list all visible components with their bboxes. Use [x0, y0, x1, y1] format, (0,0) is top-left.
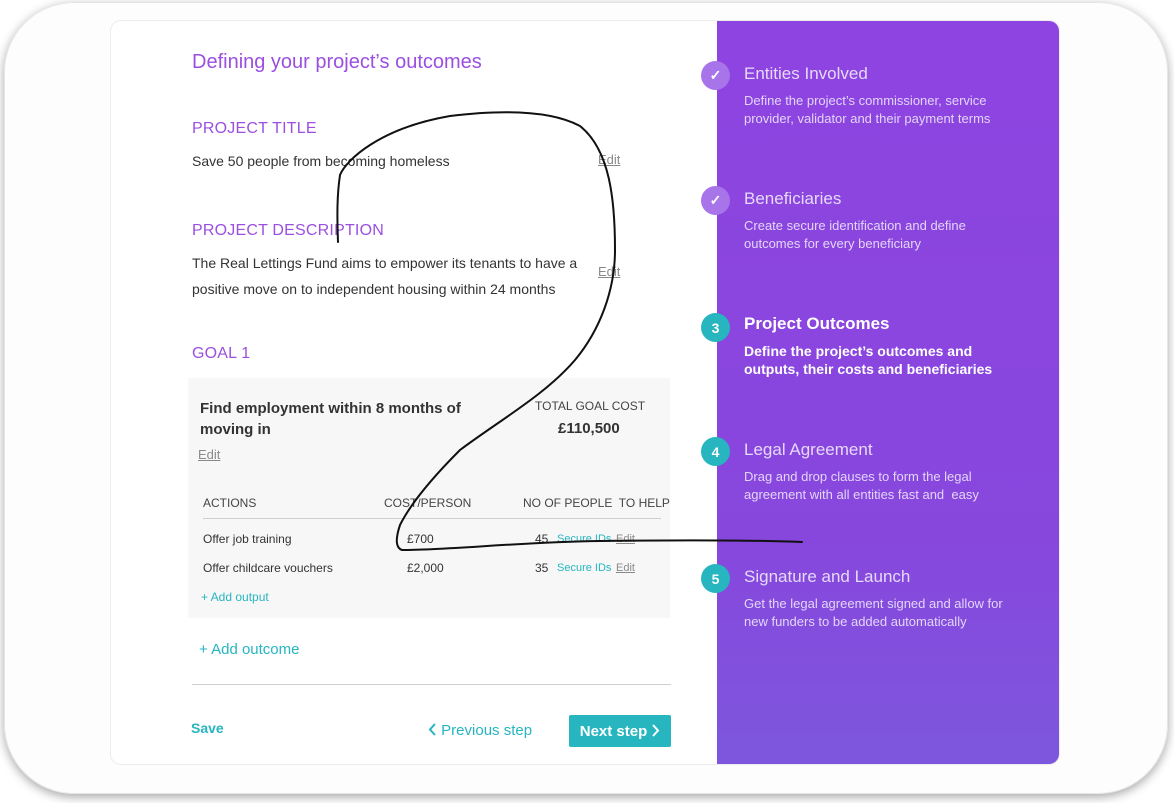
column-header-cost-per-person: COST/PERSON [384, 496, 472, 510]
step-description-line: Drag and drop clauses to form the legal [744, 469, 972, 484]
step-number-badge: 5 [701, 564, 730, 593]
step-description: Get the legal agreement signed and allow… [744, 595, 1044, 631]
page-title: Defining your project’s outcomes [192, 51, 482, 73]
footer-divider [192, 684, 671, 685]
goal-card: Find employment within 8 months of movin… [188, 378, 670, 618]
goal-title-line-1: Find employment within 8 months of [200, 400, 461, 417]
step-description: Define the project’s commissioner, servi… [744, 92, 1044, 128]
secure-ids-link[interactable]: Secure IDs [557, 562, 611, 574]
step-description-line: Create secure identification and define [744, 218, 966, 233]
project-title-value: Save 50 people from becoming homeless [192, 153, 450, 169]
step-description-line: outcomes for every beneficiary [744, 236, 922, 251]
total-goal-cost-value: £110,500 [558, 420, 620, 437]
cost-cell: £700 [407, 532, 434, 546]
step-description-line: Define the project’s commissioner, servi… [744, 93, 987, 108]
step-title: Beneficiaries [744, 189, 842, 208]
step-description: Create secure identification and define … [744, 217, 1044, 253]
main-panel: Defining your project’s outcomes PROJECT… [111, 21, 717, 764]
edit-output-link[interactable]: Edit [616, 533, 635, 545]
table-header-divider [203, 518, 661, 519]
next-step-button[interactable]: Next step [569, 715, 671, 747]
edit-project-title-link[interactable]: Edit [598, 152, 620, 167]
step-description-line: provider, validator and their payment te… [744, 111, 991, 126]
step-number-badge: 3 [701, 313, 730, 342]
wizard-card: Defining your project’s outcomes PROJECT… [111, 21, 1059, 764]
step-description: Define the project’s outcomes and output… [744, 342, 1044, 378]
people-cell: 35 [535, 561, 549, 575]
step-description-line: outputs, their costs and beneficiaries [744, 361, 993, 377]
step-description-line: Get the legal agreement signed and allow… [744, 596, 1003, 611]
goal-title-line-2: moving in [200, 421, 271, 438]
step-description: Drag and drop clauses to form the legal … [744, 468, 1044, 504]
check-icon: ✓ [701, 61, 730, 90]
action-cell: Offer job training [203, 532, 292, 546]
chevron-left-icon [428, 722, 441, 739]
save-button[interactable]: Save [191, 720, 224, 736]
project-description-line-2: positive move on to independent housing … [192, 281, 556, 297]
secure-ids-link[interactable]: Secure IDs [557, 533, 611, 545]
project-description-line-1: The Real Lettings Fund aims to empower i… [192, 255, 578, 271]
cost-cell: £2,000 [407, 561, 444, 575]
step-title: Signature and Launch [744, 567, 911, 586]
goal-heading: GOAL 1 [192, 345, 251, 362]
edit-goal-link[interactable]: Edit [198, 447, 220, 462]
step-description-line: new funders to be added automatically [744, 614, 967, 629]
goal-title: Find employment within 8 months of movin… [200, 398, 480, 440]
people-cell: 45 [535, 532, 549, 546]
chevron-right-icon [651, 723, 660, 740]
edit-project-description-link[interactable]: Edit [598, 264, 620, 279]
action-cell: Offer childcare vouchers [203, 561, 333, 575]
step-number-badge: 4 [701, 437, 730, 466]
add-output-link[interactable]: + Add output [201, 590, 269, 604]
column-header-people-to-help: NO OF PEOPLE TO HELP [523, 496, 670, 510]
previous-step-button[interactable]: Previous step [428, 722, 532, 739]
step-description-line: agreement with all entities fast and eas… [744, 487, 979, 502]
step-title: Project Outcomes [744, 314, 890, 333]
edit-output-link[interactable]: Edit [616, 562, 635, 574]
column-header-actions: ACTIONS [203, 496, 257, 510]
next-step-label: Next step [579, 722, 648, 740]
total-goal-cost-label: TOTAL GOAL COST [535, 399, 646, 413]
step-title: Legal Agreement [744, 440, 873, 459]
project-description-heading: PROJECT DESCRIPTION [192, 222, 384, 239]
add-outcome-button[interactable]: + Add outcome [199, 641, 300, 658]
progress-sidebar: ✓ Entities Involved Define the project’s… [701, 21, 1059, 764]
step-title: Entities Involved [744, 64, 868, 83]
step-description-line: Define the project’s outcomes and [744, 343, 973, 359]
check-icon: ✓ [701, 186, 730, 215]
previous-step-label: Previous step [441, 722, 533, 739]
project-title-heading: PROJECT TITLE [192, 120, 317, 137]
